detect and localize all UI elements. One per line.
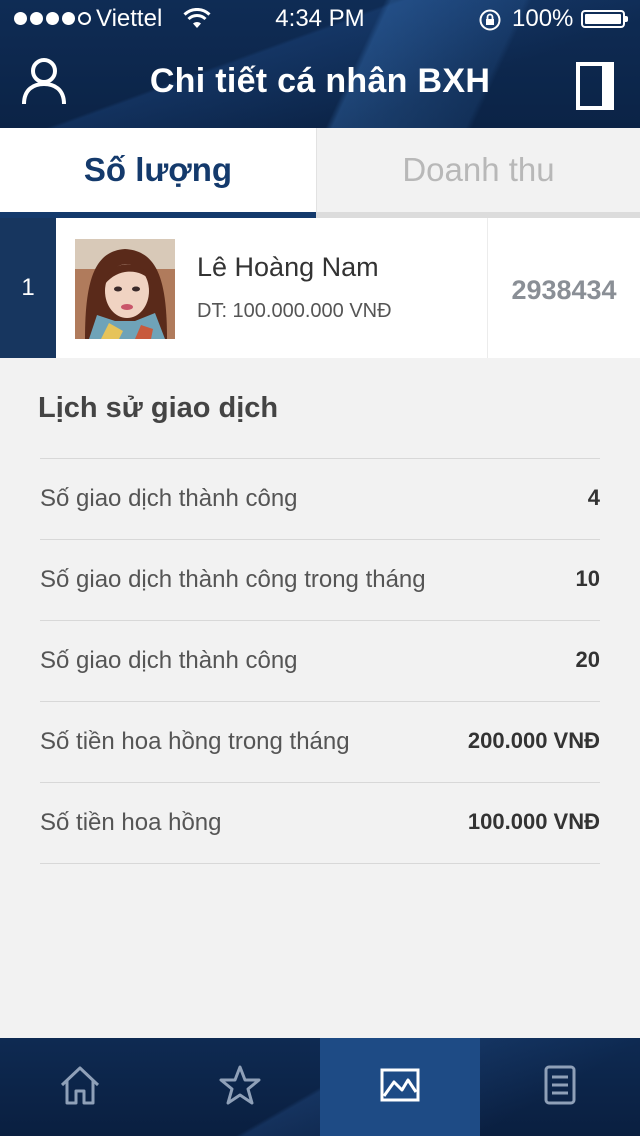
tab-bar: Số lượng Doanh thu [0,128,640,218]
tab-so-luong[interactable]: Số lượng [0,128,316,212]
person-name: Lê Hoàng Nam [197,252,379,282]
battery-icon [581,10,628,28]
list-item: Số tiền hoa hồng 100.000 VNĐ [40,782,600,864]
list-item-label: Số tiền hoa hồng trong tháng [40,728,350,755]
bottom-tab-bar [0,1038,640,1136]
page-title: Chi tiết cá nhân BXH [149,62,491,100]
list-item: Số giao dịch thành công trong tháng 10 [40,539,600,620]
header: Viettel 4:34 PM 100% Chi tiết cá nhân BX… [0,0,640,128]
report-tab[interactable] [480,1038,640,1136]
ranking-tab[interactable] [320,1038,480,1136]
list-item: Số giao dịch thành công 20 [40,620,600,701]
list-item: Số tiền hoa hồng trong tháng 200.000 VNĐ [40,701,600,782]
document-icon[interactable] [574,62,618,110]
list-item-label: Số tiền hoa hồng [40,809,222,836]
list-item: Số giao dịch thành công 4 [40,458,600,539]
list-item-value: 20 [575,647,600,672]
home-icon [59,1065,101,1110]
avatar [75,239,175,339]
section-title: Lịch sử giao dịch [38,392,279,424]
rank-number: 1 [0,218,56,358]
home-tab[interactable] [0,1038,160,1136]
document-icon [544,1065,576,1110]
rotation-lock-icon [478,8,502,39]
list-item-value: 10 [575,566,600,591]
chart-icon [380,1068,420,1107]
star-icon [219,1065,261,1110]
person-revenue: DT: 100.000.000 VNĐ [197,300,392,322]
score-value: 2938434 [511,275,617,305]
battery-percentage: 100% [512,5,574,32]
list-item-label: Số giao dịch thành công [40,485,298,512]
history-list: Số giao dịch thành công 4 Số giao dịch t… [40,458,600,864]
list-item-value: 100.000 VNĐ [467,809,600,834]
status-bar: Viettel 4:34 PM 100% [0,0,640,40]
nav-bar: Chi tiết cá nhân BXH [0,40,640,128]
tab-doanh-thu[interactable]: Doanh thu [316,128,640,212]
ranking-row[interactable]: 1 Lê Hoàng Nam DT: 100.000.000 VNĐ 29384… [0,218,640,358]
list-item-label: Số giao dịch thành công [40,647,298,674]
list-item-value: 200.000 VNĐ [467,728,600,753]
favorites-tab[interactable] [160,1038,320,1136]
list-item-value: 4 [587,485,600,510]
list-item-label: Số giao dịch thành công trong tháng [40,566,426,593]
